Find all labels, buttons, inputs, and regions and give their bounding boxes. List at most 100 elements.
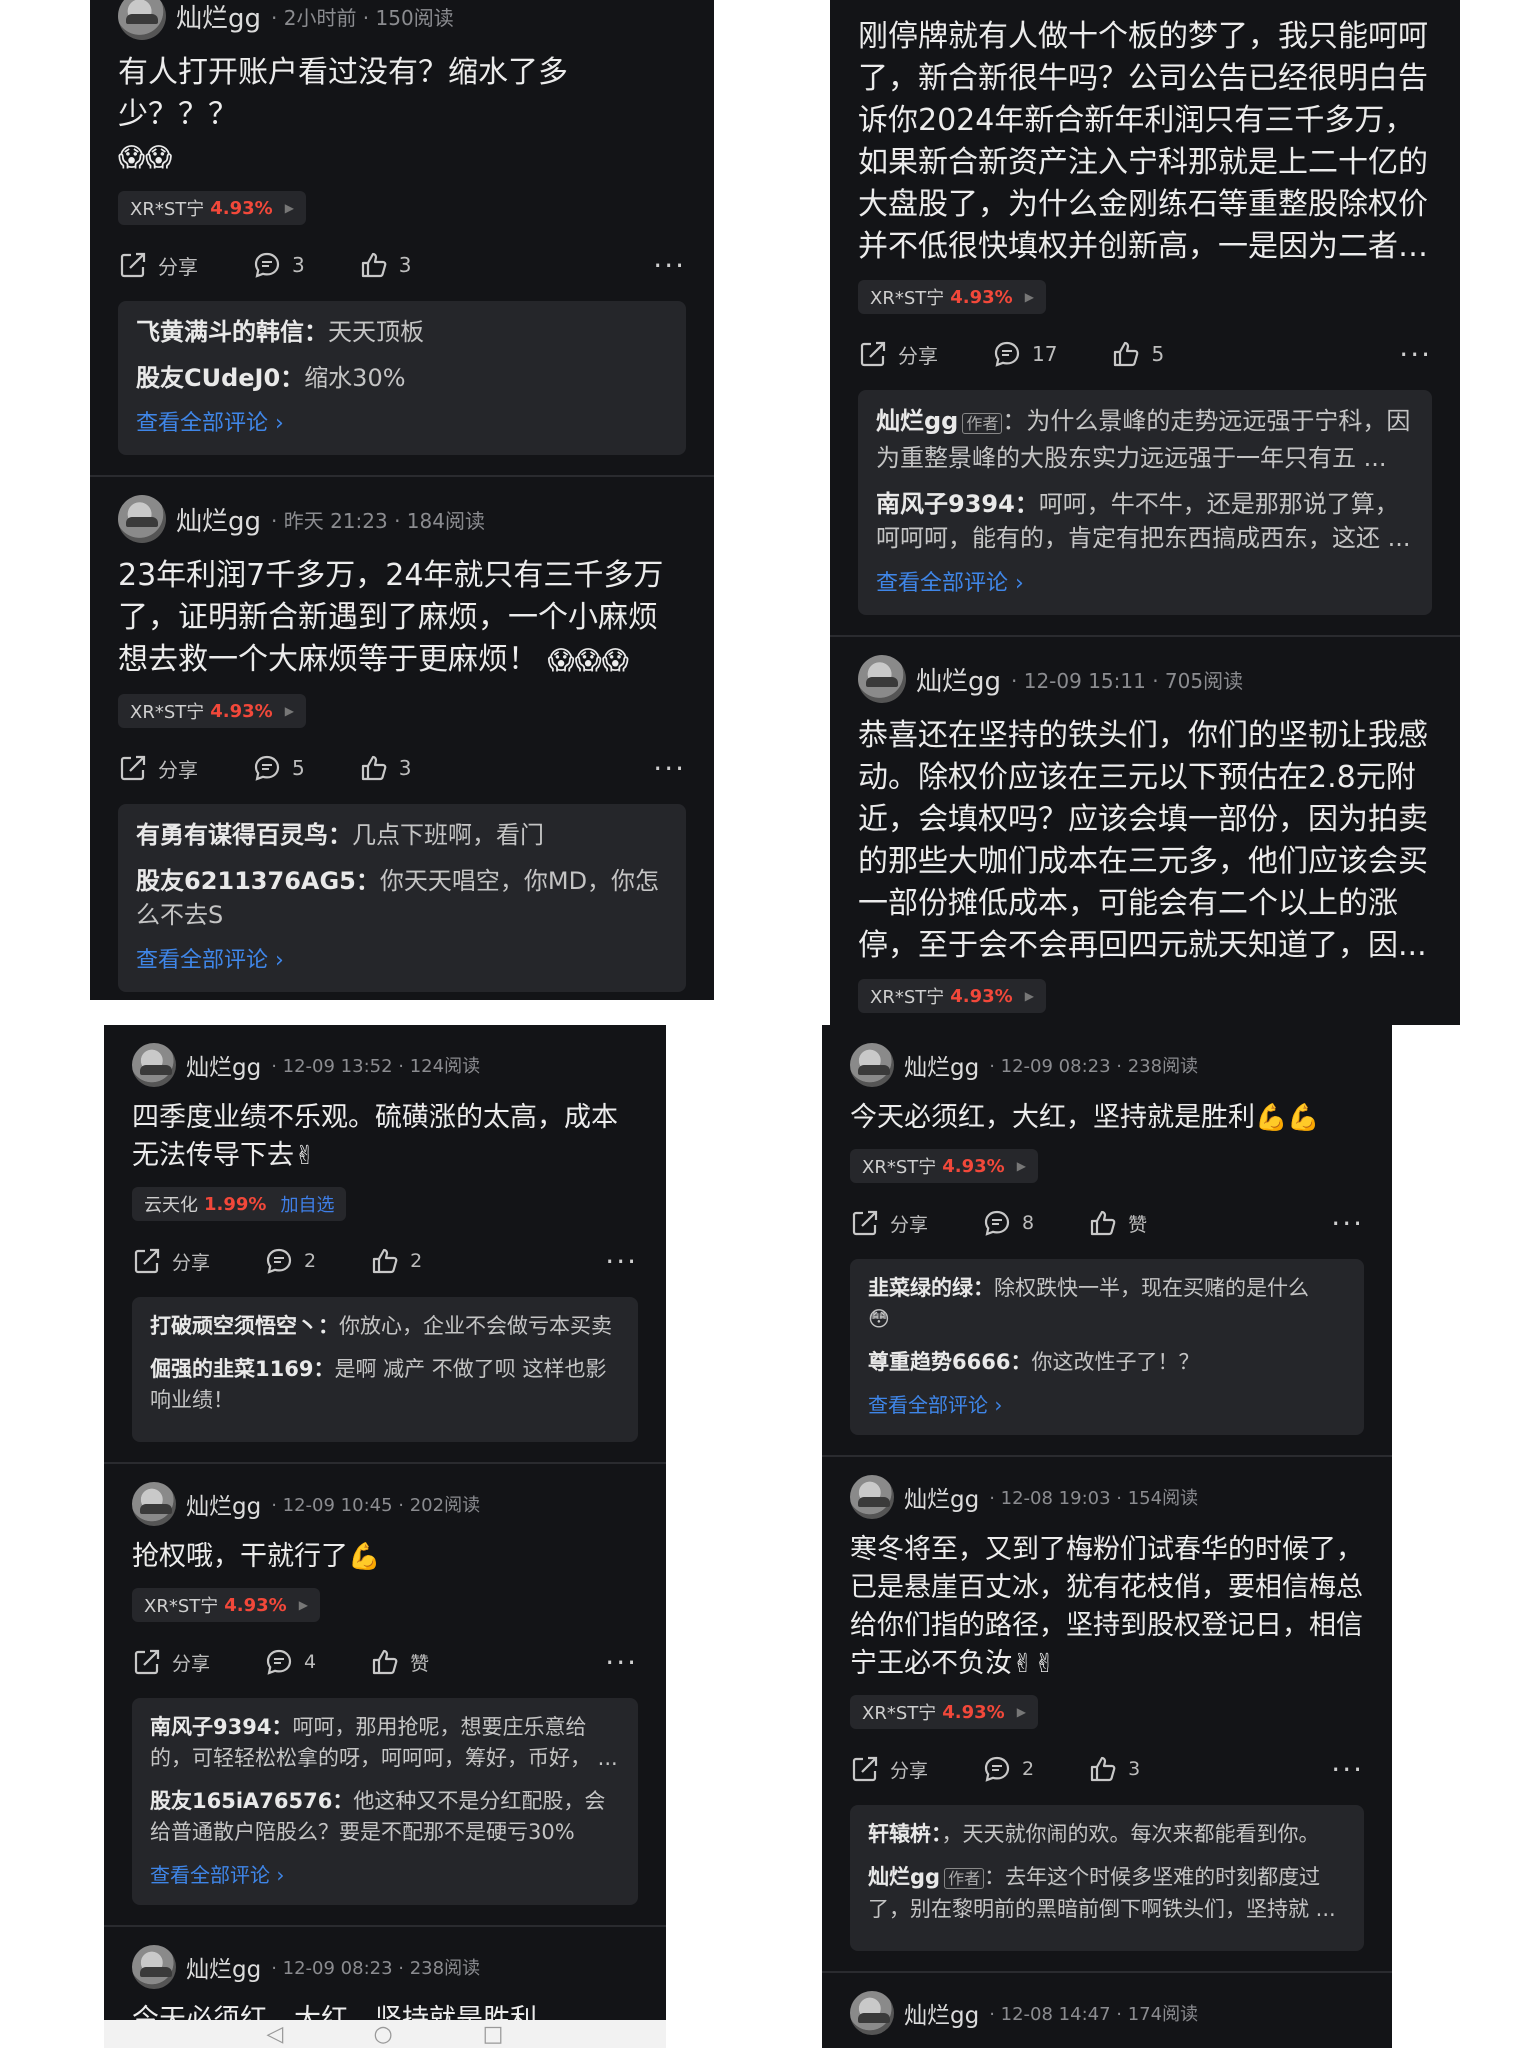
like-button[interactable]: 3 [359, 250, 411, 280]
username[interactable]: 灿烂gg [186, 1950, 261, 1984]
share-button[interactable]: 分享 [132, 1246, 210, 1276]
back-icon[interactable]: ◁ [267, 2022, 284, 2047]
more-button[interactable]: ··· [653, 752, 686, 785]
see-all-comments-link[interactable]: 查看全部评论 › [136, 407, 668, 441]
post-text[interactable]: 刚停牌就有人做十个板的梦了，我只能呵呵了，新合新很牛吗？公司公告已经很明白告诉你… [858, 16, 1432, 268]
avatar[interactable] [858, 655, 906, 703]
share-button[interactable]: 分享 [850, 1208, 928, 1238]
post-card[interactable]: 灿烂gg · 12-09 15:11 · 705阅读 恭喜还在坚持的铁头们，你们… [830, 637, 1460, 1025]
share-button[interactable]: 分享 [858, 339, 938, 369]
avatar[interactable] [118, 0, 166, 40]
avatar[interactable] [850, 1475, 894, 1519]
comment-button[interactable]: 2 [264, 1246, 316, 1276]
like-button[interactable]: 赞 [370, 1647, 429, 1677]
share-button[interactable]: 分享 [850, 1754, 928, 1784]
username[interactable]: 灿烂gg [176, 501, 261, 538]
comment-preview[interactable]: 飞黄满斗的韩信：天天顶板 股友CUdeJ0：缩水30% 查看全部评论 › [118, 301, 686, 455]
recents-icon[interactable]: □ [483, 2022, 504, 2047]
action-bar: 分享 4 赞 ··· [132, 1640, 638, 1684]
more-button[interactable]: ··· [605, 1245, 638, 1278]
post-card[interactable]: 灿烂gg · 12-09 13:52 · 124阅读 四季度业绩不乐观。硫磺涨的… [104, 1025, 666, 1464]
post-text[interactable]: 四季度业绩不乐观。硫磺涨的太高，成本无法传导下去✌ [132, 1099, 638, 1175]
action-bar: 分享 3 3 ··· [118, 243, 686, 287]
avatar[interactable] [132, 1945, 176, 1989]
username[interactable]: 灿烂gg [904, 1996, 979, 2030]
like-button[interactable]: 赞 [1088, 1208, 1147, 1238]
more-button[interactable]: ··· [1399, 338, 1432, 371]
comment-preview[interactable]: 打破顽空须悟空丶：你放心，企业不会做亏本买卖 倔强的韭菜1169：是啊 减产 不… [132, 1297, 638, 1442]
username[interactable]: 灿烂gg [186, 1487, 261, 1521]
post-text[interactable]: 抢权哦，干就行了💪 [132, 1538, 638, 1576]
like-button[interactable]: 3 [359, 753, 411, 783]
post-meta: · 2小时前 · 150阅读 [271, 5, 454, 30]
post-card[interactable]: 灿烂gg · 12-08 19:03 · 154阅读 寒冬将至，又到了梅粉们试春… [822, 1457, 1392, 1973]
comment-icon [252, 753, 282, 783]
post-card[interactable]: 刚停牌就有人做十个板的梦了，我只能呵呵了，新合新很牛吗？公司公告已经很明白告诉你… [830, 16, 1460, 637]
username[interactable]: 灿烂gg [916, 661, 1001, 698]
add-watchlist-button[interactable]: 加自选 [280, 1191, 334, 1217]
comment-button[interactable]: 5 [252, 753, 305, 783]
comment-icon [264, 1246, 294, 1276]
post-text[interactable]: 有人打开账户看过没有？缩水了多少？？？ 😱😱 [118, 52, 686, 179]
action-bar: 分享 2 3 ··· [850, 1747, 1364, 1791]
post-card[interactable]: 灿烂gg · 12-09 10:45 · 202阅读 抢权哦，干就行了💪 XR*… [104, 1464, 666, 1927]
stock-tag[interactable]: XR*ST宁 4.93% ▶ [850, 1149, 1038, 1183]
see-all-comments-link[interactable]: 查看全部评论 › [868, 1390, 1346, 1421]
share-button[interactable]: 分享 [132, 1647, 210, 1677]
stock-tag[interactable]: XR*ST宁 4.93% ▶ [858, 979, 1046, 1013]
comment-preview[interactable]: 南风子9394：呵呵，那用抢呢，想要庄乐意给的，可轻轻松松拿的呀，呵呵呵，筹好，… [132, 1698, 638, 1905]
comment-button[interactable]: 17 [992, 339, 1057, 369]
post-card[interactable]: 灿烂gg · 12-08 14:47 · 174阅读 [822, 1973, 1392, 2048]
stock-tag[interactable]: XR*ST宁 4.93% ▶ [858, 280, 1046, 314]
more-button[interactable]: ··· [605, 1646, 638, 1679]
username[interactable]: 灿烂gg [176, 0, 261, 35]
post-text[interactable]: 恭喜还在坚持的铁头们，你们的坚韧让我感动。除权价应该在三元以下预估在2.8元附近… [858, 715, 1432, 967]
thumbs-up-icon [370, 1647, 400, 1677]
stock-tag[interactable]: XR*ST宁 4.93% ▶ [118, 191, 306, 225]
avatar[interactable] [132, 1043, 176, 1087]
post-card[interactable]: 灿烂gg · 昨天 21:23 · 184阅读 23年利润7千多万，24年就只有… [90, 477, 714, 1000]
see-all-comments-link[interactable]: 查看全部评论 › [876, 567, 1414, 601]
username[interactable]: 灿烂gg [904, 1048, 979, 1082]
comment-preview[interactable]: 韭菜绿的绿：除权跌快一半，现在买赌的是什么 😳 尊重趋势6666：你这改性子了！？… [850, 1259, 1364, 1435]
share-button[interactable]: 分享 [118, 753, 198, 783]
comment-button[interactable]: 2 [982, 1754, 1034, 1784]
comment-item: 打破顽空须悟空丶：你放心，企业不会做亏本买卖 [150, 1314, 612, 1338]
like-button[interactable]: 2 [370, 1246, 422, 1276]
more-button[interactable]: ··· [653, 249, 686, 282]
avatar[interactable] [850, 1991, 894, 2035]
username[interactable]: 灿烂gg [186, 1048, 261, 1082]
comment-preview[interactable]: 轩辕枿：，天天就你闹的欢。每次来都能看到你。 灿烂gg 作者 ：去年这个时候多坚难的… [850, 1805, 1364, 1951]
more-button[interactable]: ··· [1331, 1753, 1364, 1786]
like-button[interactable]: 5 [1111, 339, 1164, 369]
play-arrow-icon: ▶ [1024, 290, 1034, 304]
stock-tag[interactable]: XR*ST宁 4.93% ▶ [118, 694, 306, 728]
stock-tag[interactable]: XR*ST宁 4.93% ▶ [132, 1588, 320, 1622]
comment-button[interactable]: 8 [982, 1208, 1034, 1238]
feed-panel-1: 灿烂gg · 2小时前 · 150阅读 有人打开账户看过没有？缩水了多少？？？ 😱… [90, 0, 714, 1000]
post-card[interactable]: 灿烂gg · 12-09 08:23 · 238阅读 今天必须红，大红，坚持就是… [822, 1025, 1392, 1457]
avatar[interactable] [118, 495, 166, 543]
post-card[interactable]: 灿烂gg · 2小时前 · 150阅读 有人打开账户看过没有？缩水了多少？？？ 😱… [90, 0, 714, 477]
like-button[interactable]: 3 [1088, 1754, 1140, 1784]
play-arrow-icon: ▶ [1016, 1159, 1026, 1173]
comment-item: 股友6211376AG5：你天天唱空，你MD，你怎么不去S [136, 867, 660, 929]
avatar[interactable] [850, 1043, 894, 1087]
post-text[interactable]: 今天必须红，大红，坚持就是胜利💪💪 [850, 1099, 1364, 1137]
share-button[interactable]: 分享 [118, 250, 198, 280]
comment-preview[interactable]: 有勇有谋得百灵鸟：几点下班啊，看门 股友6211376AG5：你天天唱空，你MD… [118, 804, 686, 992]
post-text[interactable]: 23年利润7千多万，24年就只有三千多万了，证明新合新遇到了麻烦，一个小麻烦想去… [118, 555, 686, 682]
comment-button[interactable]: 4 [264, 1647, 316, 1677]
share-icon [118, 250, 148, 280]
avatar[interactable] [132, 1482, 176, 1526]
see-all-comments-link[interactable]: 查看全部评论 › [136, 944, 668, 978]
more-button[interactable]: ··· [1331, 1207, 1364, 1240]
username[interactable]: 灿烂gg [904, 1480, 979, 1514]
home-icon[interactable]: ○ [373, 2022, 392, 2047]
comment-preview[interactable]: 灿烂gg 作者 ：为什么景峰的走势远远强于宁科，因为重整景峰的大股东实力远远强于一年… [858, 390, 1432, 615]
stock-tag[interactable]: XR*ST宁 4.93% ▶ [850, 1695, 1038, 1729]
see-all-comments-link[interactable]: 查看全部评论 › [150, 1860, 620, 1891]
post-text[interactable]: 寒冬将至，又到了梅粉们试春华的时候了，已是悬崖百丈冰，犹有花枝俏，要相信梅总给你… [850, 1531, 1364, 1683]
stock-tag[interactable]: 云天化 1.99% 加自选 [132, 1187, 347, 1221]
comment-button[interactable]: 3 [252, 250, 305, 280]
